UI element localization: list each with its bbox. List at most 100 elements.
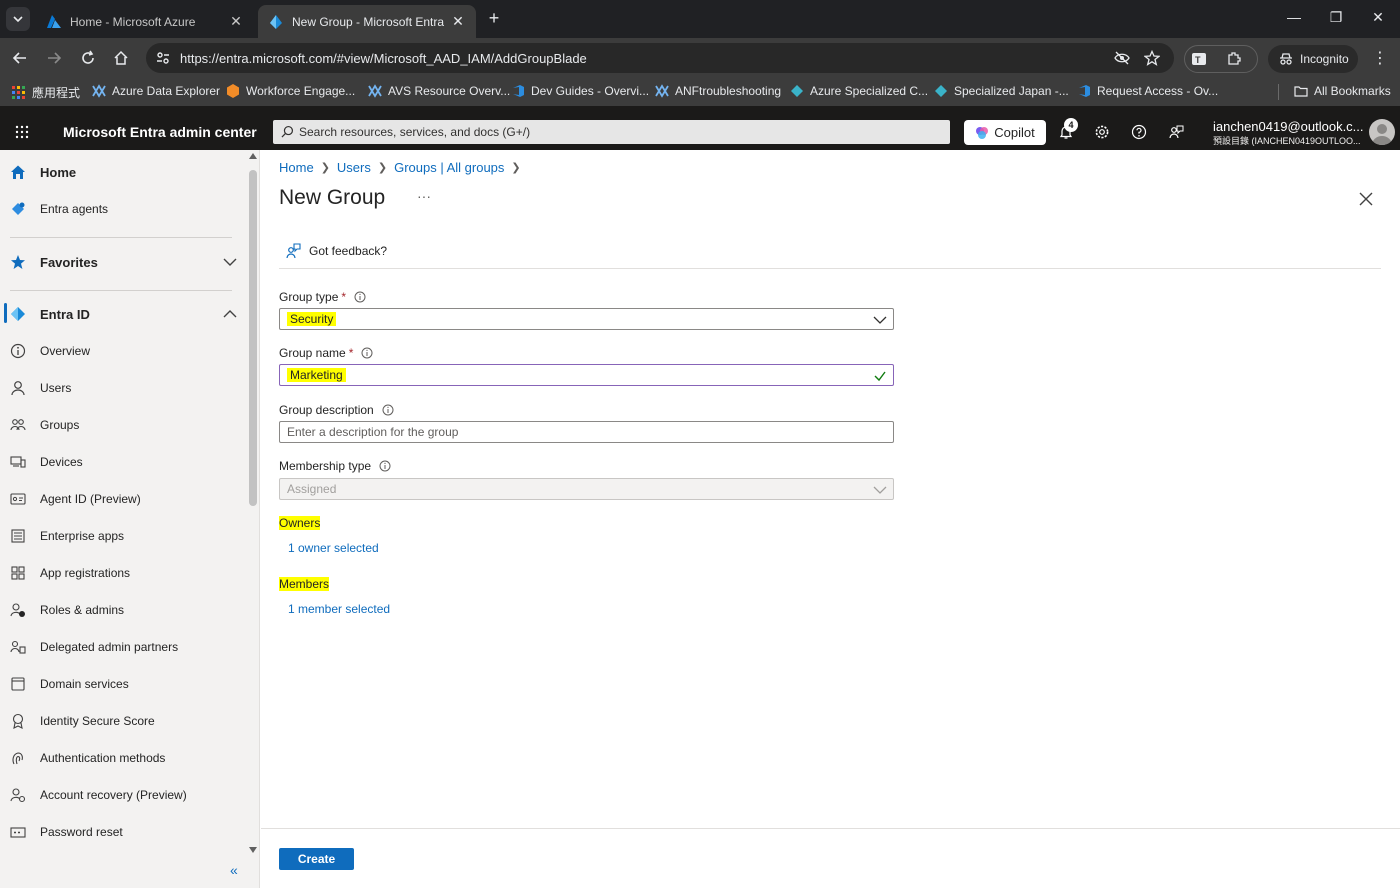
minimize-icon[interactable]: —: [1284, 9, 1304, 25]
main-blade: Home ❯ Users ❯ Groups | All groups ❯ New…: [261, 150, 1400, 888]
breadcrumb-groups[interactable]: Groups | All groups: [394, 160, 504, 175]
nav-item-password-reset[interactable]: Password reset: [0, 815, 246, 849]
more-options-icon[interactable]: ···: [417, 188, 431, 204]
notification-count-badge: 4: [1064, 118, 1078, 132]
chevron-down-icon[interactable]: [222, 254, 238, 270]
bookmark-item[interactable]: ANFtroubleshooting: [655, 84, 781, 98]
info-icon[interactable]: [354, 291, 366, 303]
nav-scrollbar-thumb[interactable]: [249, 170, 257, 506]
nav-item-agent-id[interactable]: Agent ID (Preview): [0, 482, 246, 516]
create-button[interactable]: Create: [279, 848, 354, 870]
group-type-dropdown[interactable]: Security: [279, 308, 894, 330]
back-icon[interactable]: [10, 48, 30, 68]
nav-label: Enterprise apps: [40, 529, 125, 543]
nav-item-app-registrations[interactable]: App registrations: [0, 556, 246, 590]
scroll-down-icon[interactable]: [249, 847, 257, 853]
bookmark-item[interactable]: Workforce Engage...: [226, 84, 355, 98]
nav-label: Users: [40, 381, 72, 395]
tracking-protection-icon[interactable]: [1114, 50, 1130, 66]
feedback-icon[interactable]: [1167, 123, 1185, 141]
new-tab-button[interactable]: +: [484, 8, 504, 28]
help-icon[interactable]: [1130, 123, 1148, 141]
request-access-icon: [1079, 85, 1090, 97]
reload-icon[interactable]: [78, 48, 98, 68]
home-icon: [11, 165, 25, 179]
close-tab-icon[interactable]: ✕: [450, 13, 466, 30]
group-type-label: Group type *: [279, 290, 366, 304]
group-name-input[interactable]: Marketing: [279, 364, 894, 386]
account-manager[interactable]: ianchen0419@outlook.c... 預設目錄 (IANCHEN04…: [1213, 119, 1363, 147]
account-recovery-icon: [10, 788, 26, 803]
global-search-input[interactable]: Search resources, services, and docs (G+…: [273, 120, 950, 144]
specialized-japan-icon: [935, 85, 947, 97]
window-close-icon[interactable]: ✕: [1368, 9, 1388, 26]
all-bookmarks-button[interactable]: All Bookmarks: [1294, 84, 1391, 98]
bookmark-item[interactable]: 應用程式: [12, 84, 80, 101]
devops-icon: [513, 85, 524, 97]
bookmark-item[interactable]: Dev Guides - Overvi...: [511, 84, 649, 98]
forward-icon[interactable]: [44, 48, 64, 68]
bookmark-label: Azure Data Explorer: [112, 84, 221, 98]
breadcrumb-home[interactable]: Home: [279, 160, 314, 175]
nav-item-enterprise-apps[interactable]: Enterprise apps: [0, 519, 246, 553]
browser-tab-entra[interactable]: New Group - Microsoft Entra admin center…: [258, 5, 476, 38]
info-icon[interactable]: [379, 460, 391, 472]
collapse-nav-icon[interactable]: «: [230, 862, 238, 878]
info-icon[interactable]: [361, 347, 373, 359]
teams-extension-icon[interactable]: T: [1191, 51, 1207, 67]
breadcrumb-users[interactable]: Users: [337, 160, 371, 175]
browser-menu-icon[interactable]: ⋮: [1370, 48, 1390, 68]
portal-header: Microsoft Entra admin center Search reso…: [0, 106, 1400, 150]
tab-search-button[interactable]: [6, 7, 30, 31]
nav-item-entra-id[interactable]: Entra ID: [0, 297, 246, 331]
scroll-up-icon[interactable]: [249, 153, 257, 159]
address-bar[interactable]: https://entra.microsoft.com/#view/Micros…: [146, 43, 1174, 73]
app-title[interactable]: Microsoft Entra admin center: [63, 124, 257, 140]
members-selected-link[interactable]: 1 member selected: [288, 602, 390, 616]
bookmarks-bar: 應用程式 Azure Data Explorer Workforce Engag…: [0, 78, 1400, 106]
home-icon[interactable]: [111, 48, 131, 68]
close-tab-icon[interactable]: ✕: [228, 13, 244, 30]
bookmark-item[interactable]: AVS Resource Overv...: [368, 84, 510, 98]
bookmark-label: 應用程式: [32, 86, 81, 100]
nav-item-users[interactable]: Users: [0, 371, 246, 405]
nav-item-delegated-admin-partners[interactable]: Delegated admin partners: [0, 630, 246, 664]
nav-item-authentication-methods[interactable]: Authentication methods: [0, 741, 246, 775]
bookmark-item[interactable]: Azure Data Explorer: [92, 84, 220, 98]
close-icon[interactable]: [1357, 190, 1375, 208]
avatar[interactable]: [1369, 119, 1395, 145]
bookmark-star-icon[interactable]: [1144, 50, 1160, 66]
feedback-button[interactable]: Got feedback?: [285, 243, 387, 259]
settings-gear-icon[interactable]: [1093, 123, 1111, 141]
nav-item-domain-services[interactable]: Domain services: [0, 667, 246, 701]
group-description-input[interactable]: Enter a description for the group: [279, 421, 894, 443]
account-name: ianchen0419@outlook.c...: [1213, 119, 1363, 134]
browser-tab-azure[interactable]: Home - Microsoft Azure ✕: [36, 5, 254, 38]
nav-item-home[interactable]: Home: [0, 155, 246, 189]
nav-item-overview[interactable]: Overview: [0, 334, 246, 368]
chevron-right-icon: ❯: [511, 162, 521, 174]
bookmark-item[interactable]: Specialized Japan -...: [934, 84, 1069, 98]
nav-item-devices[interactable]: Devices: [0, 445, 246, 479]
chevron-up-icon[interactable]: [222, 306, 238, 322]
incognito-badge[interactable]: Incognito: [1268, 45, 1358, 73]
chevron-down-icon: [13, 16, 23, 23]
nav-item-entra-agents[interactable]: Entra agents: [0, 192, 246, 226]
nav-item-groups[interactable]: Groups: [0, 408, 246, 442]
restore-icon[interactable]: ❐: [1326, 9, 1346, 26]
nav-item-favorites[interactable]: Favorites: [0, 245, 246, 279]
app-launcher-icon[interactable]: [14, 124, 30, 140]
tab-title: Home - Microsoft Azure: [70, 14, 196, 29]
nav-label: Devices: [40, 455, 83, 469]
nav-label: Overview: [40, 344, 91, 358]
nav-item-identity-secure-score[interactable]: Identity Secure Score: [0, 704, 246, 738]
extensions-puzzle-icon[interactable]: [1226, 51, 1242, 67]
copilot-button[interactable]: Copilot: [964, 120, 1046, 145]
site-info-icon[interactable]: [155, 50, 171, 66]
nav-item-roles-admins[interactable]: Roles & admins: [0, 593, 246, 627]
nav-item-account-recovery[interactable]: Account recovery (Preview): [0, 778, 246, 812]
bookmark-item[interactable]: Request Access - Ov...: [1077, 84, 1218, 98]
owners-selected-link[interactable]: 1 owner selected: [288, 541, 379, 555]
bookmark-item[interactable]: Azure Specialized C...: [790, 84, 928, 98]
info-icon[interactable]: [382, 404, 394, 416]
